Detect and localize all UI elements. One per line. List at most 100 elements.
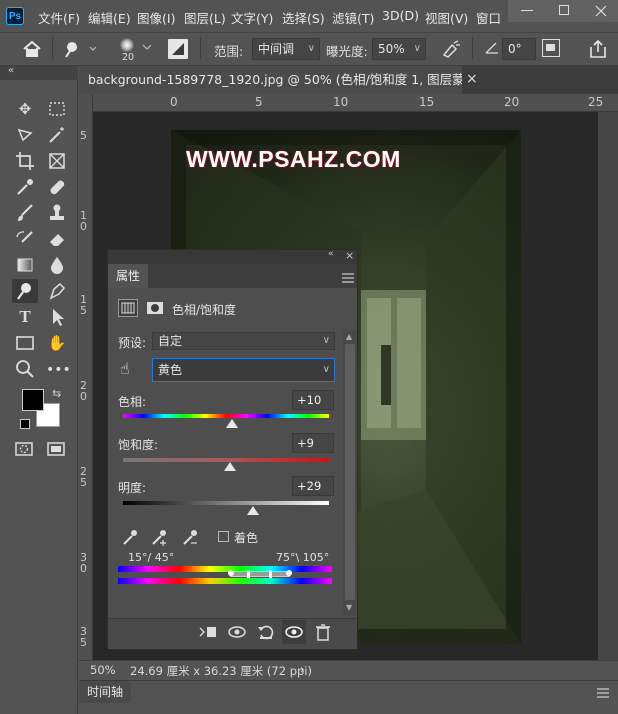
- history-brush-tool[interactable]: [14, 228, 36, 250]
- blur-tool[interactable]: [46, 254, 68, 276]
- panel-menu-icon[interactable]: [342, 272, 354, 286]
- dodge-tool[interactable]: [12, 279, 38, 303]
- range-dropdown[interactable]: 中间调 ∨: [252, 38, 320, 60]
- range-handle-inner-right[interactable]: [269, 570, 272, 578]
- status-bar: 50% 24.69 厘米 x 36.23 厘米 (72 ppi) ›: [79, 660, 618, 680]
- tool-preset-picker[interactable]: [64, 40, 98, 61]
- properties-panel-header[interactable]: « ×: [108, 249, 357, 264]
- healing-brush-tool[interactable]: [46, 176, 68, 198]
- hue-slider-track[interactable]: [123, 414, 329, 418]
- zoom-tool[interactable]: [14, 358, 36, 380]
- pen-tool[interactable]: [46, 280, 68, 302]
- eyedropper-tool[interactable]: [14, 176, 36, 198]
- saturation-input[interactable]: +9: [292, 433, 334, 453]
- crop-tool[interactable]: [14, 150, 36, 172]
- lightness-slider-track[interactable]: [123, 501, 329, 505]
- rectangle-tool[interactable]: [14, 332, 36, 354]
- clone-stamp-tool[interactable]: [46, 202, 68, 224]
- separator: [472, 37, 473, 59]
- magic-wand-tool[interactable]: [46, 124, 68, 146]
- screen-mode-button[interactable]: [46, 440, 66, 461]
- clip-to-layer-button[interactable]: [197, 622, 219, 644]
- menu-file[interactable]: 文件(F): [38, 8, 80, 27]
- more-tools[interactable]: •••: [46, 358, 71, 380]
- color-range-selector[interactable]: [230, 571, 290, 577]
- scroll-up-icon[interactable]: ▲: [346, 332, 352, 341]
- menu-filter[interactable]: 滤镜(T): [332, 8, 374, 27]
- brush-tool[interactable]: [14, 202, 36, 224]
- range-handle-inner-left[interactable]: [247, 570, 250, 578]
- maximize-button[interactable]: [546, 0, 584, 22]
- hue-input[interactable]: +10: [292, 390, 334, 410]
- brush-icon: [18, 204, 33, 221]
- channel-dropdown[interactable]: 黄色 ∨: [152, 358, 335, 382]
- lightness-slider-thumb[interactable]: [246, 506, 259, 515]
- brush-preset-picker[interactable]: 20: [114, 35, 152, 65]
- horizontal-ruler[interactable]: 0 5 10 15 20 25: [93, 94, 618, 112]
- exposure-input[interactable]: 50% ∨: [372, 38, 426, 60]
- delete-button[interactable]: [312, 622, 334, 644]
- marquee-tool[interactable]: [46, 98, 68, 120]
- eyedropper-button[interactable]: [121, 528, 139, 549]
- zoom-level[interactable]: 50%: [90, 663, 116, 677]
- view-previous-state-button[interactable]: [226, 622, 248, 644]
- preset-dropdown[interactable]: 自定 ∨: [152, 332, 335, 350]
- minimize-button[interactable]: [508, 0, 546, 22]
- home-button[interactable]: [22, 40, 42, 61]
- targeted-adjustment-tool[interactable]: ☝: [120, 359, 130, 378]
- menu-window[interactable]: 窗口: [476, 8, 501, 27]
- properties-scrollbar-thumb[interactable]: [345, 344, 355, 600]
- eraser-tool[interactable]: [46, 228, 68, 250]
- saturation-slider-thumb[interactable]: [224, 462, 237, 471]
- gradient-tool[interactable]: [14, 254, 36, 276]
- tools-panel-header[interactable]: «: [0, 65, 78, 80]
- move-tool[interactable]: ✥: [14, 98, 36, 120]
- menu-3d[interactable]: 3D(D): [382, 8, 419, 23]
- foreground-color-swatch[interactable]: [22, 389, 44, 411]
- eyedropper-plus-button[interactable]: [150, 528, 170, 549]
- swap-colors-icon[interactable]: ⇆: [52, 387, 61, 400]
- lasso-tool[interactable]: [14, 124, 36, 146]
- toggle-visibility-button[interactable]: [282, 620, 306, 644]
- properties-tab[interactable]: 属性: [108, 264, 148, 288]
- menu-edit[interactable]: 编辑(E): [88, 8, 131, 27]
- status-menu-arrow[interactable]: ›: [300, 662, 305, 676]
- menu-view[interactable]: 视图(V): [425, 8, 468, 27]
- lightness-input[interactable]: +29: [292, 476, 334, 496]
- airbrush-button[interactable]: [440, 39, 462, 62]
- vertical-ruler[interactable]: 5 1 0 1 5 2 0 2 5 3 0 3 5: [79, 94, 93, 660]
- colorize-checkbox[interactable]: [218, 531, 229, 542]
- hue-slider-thumb[interactable]: [226, 419, 239, 428]
- scroll-down-icon[interactable]: ▼: [346, 603, 352, 612]
- collapse-panel-icon[interactable]: «: [328, 249, 334, 259]
- panel-menu-icon[interactable]: [597, 687, 609, 701]
- pressure-size-button[interactable]: [542, 39, 560, 57]
- layer-mask-button[interactable]: [145, 299, 165, 317]
- default-colors-icon[interactable]: [20, 419, 30, 429]
- menu-select[interactable]: 选择(S): [282, 8, 325, 27]
- path-selection-tool[interactable]: [46, 306, 68, 328]
- document-tab[interactable]: background-1589778_1920.jpg @ 50% (色相/饱和…: [79, 66, 462, 94]
- canvas-vertical-scrollbar[interactable]: [598, 112, 618, 660]
- frame-tool[interactable]: [46, 150, 68, 172]
- eyedropper-minus-button[interactable]: [181, 528, 201, 549]
- menu-image[interactable]: 图像(I): [137, 8, 175, 27]
- timeline-tab[interactable]: 时间轴: [79, 681, 131, 703]
- close-tab-icon[interactable]: ×: [466, 71, 478, 87]
- more-icon: •••: [46, 362, 71, 378]
- reset-button[interactable]: [255, 622, 277, 644]
- screen-mode-icon: [47, 442, 65, 456]
- type-tool[interactable]: T: [14, 306, 36, 328]
- share-button[interactable]: [588, 39, 608, 62]
- range-handle-right[interactable]: [286, 570, 292, 576]
- range-handle-left[interactable]: [228, 570, 234, 576]
- hand-tool[interactable]: ✋: [46, 332, 68, 354]
- brush-settings-button[interactable]: [168, 39, 188, 59]
- angle-input[interactable]: 0°: [502, 38, 536, 60]
- menu-layer[interactable]: 图层(L): [184, 8, 226, 27]
- quick-mask-button[interactable]: [14, 440, 34, 461]
- close-panel-icon[interactable]: ×: [345, 249, 354, 262]
- adjustment-layer-button[interactable]: [118, 299, 138, 317]
- menu-type[interactable]: 文字(Y): [231, 8, 273, 27]
- close-window-button[interactable]: [584, 0, 618, 22]
